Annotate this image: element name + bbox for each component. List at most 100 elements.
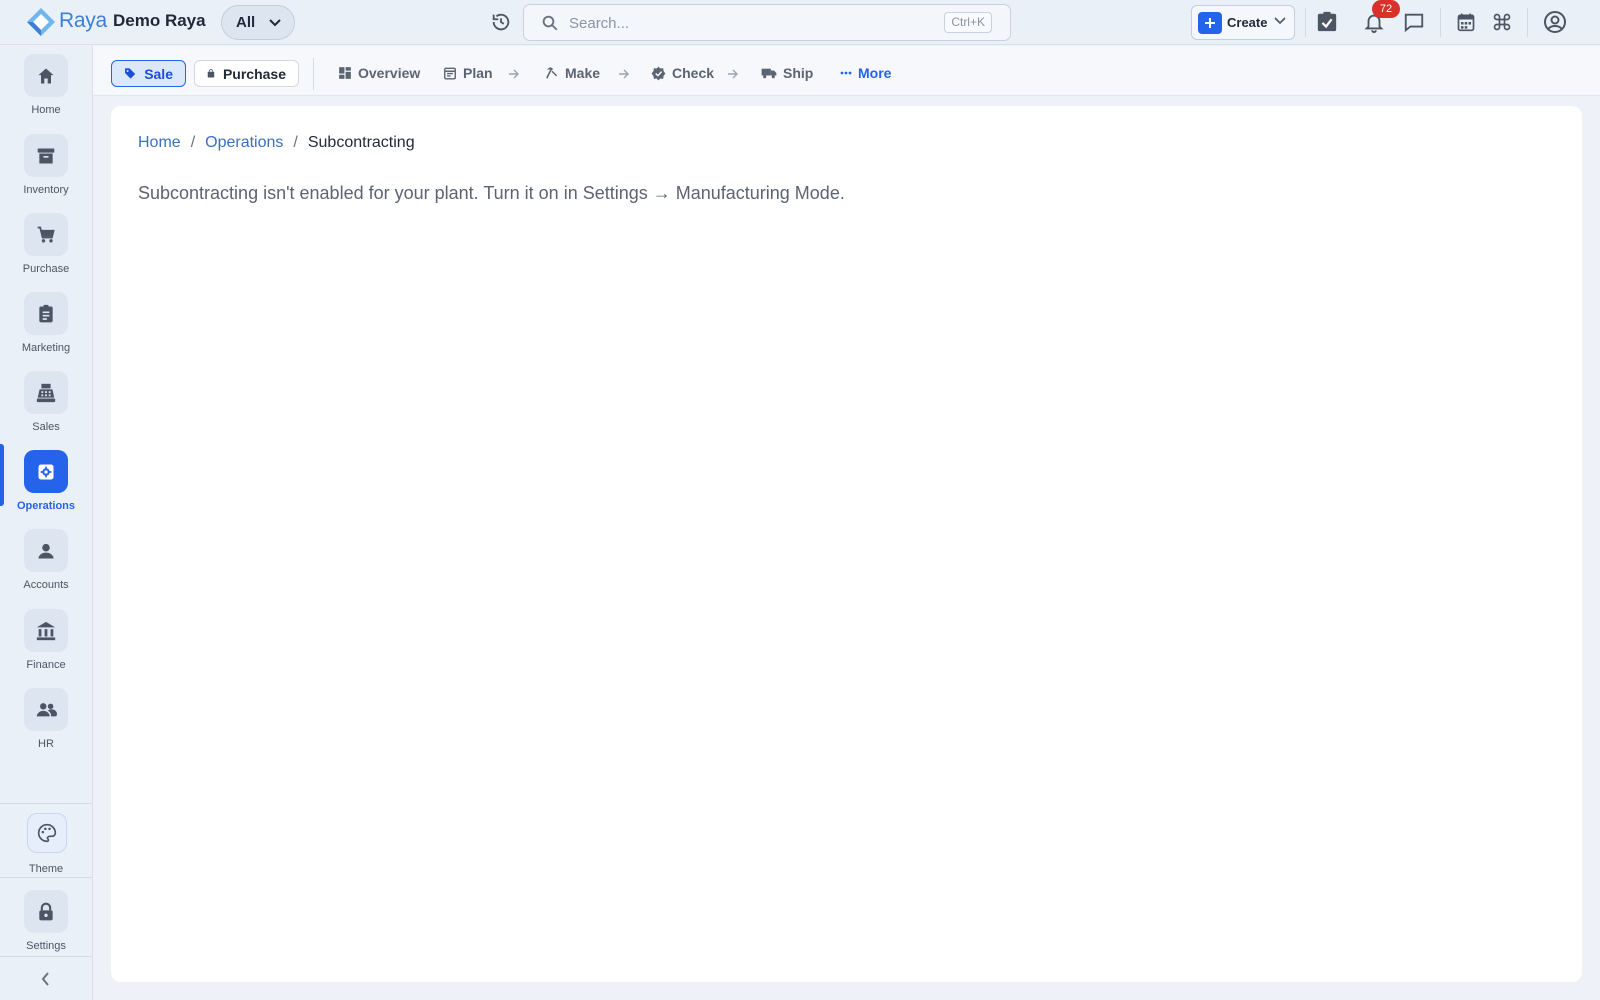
tab-plan[interactable]: Plan [443, 65, 493, 81]
command-icon[interactable] [1486, 6, 1518, 38]
chevron-down-icon [1274, 17, 1286, 25]
purchase-label: Purchase [222, 65, 286, 82]
settings-label: Settings [26, 940, 66, 952]
history-icon[interactable] [485, 6, 517, 38]
breadcrumb-separator: / [293, 134, 298, 151]
theme-label: Theme [28, 863, 64, 875]
breadcrumb-separator: / [190, 134, 196, 151]
tab-label: Overview [358, 65, 421, 81]
gear-icon [24, 450, 68, 493]
breadcrumb: Home / Operations / Subcontracting [138, 134, 415, 152]
arrow-right-icon [509, 69, 519, 79]
tab-overview[interactable]: Overview [338, 65, 420, 81]
divider [1305, 8, 1306, 37]
chat-icon[interactable] [1398, 6, 1430, 38]
person-icon [24, 529, 68, 572]
tab-label: Check [672, 65, 715, 81]
sidebar-item-accounts[interactable]: Accounts [0, 521, 92, 597]
dashboard-icon [339, 67, 351, 79]
clipboard-icon [24, 292, 68, 335]
tab-make[interactable]: Make [545, 65, 600, 81]
logo-text: Raya [59, 9, 107, 32]
purchase-toggle[interactable]: Purchase [194, 60, 299, 87]
content-card: Home / Operations / Subcontracting Subco… [111, 106, 1582, 982]
sidebar-item-label: Finance [26, 659, 66, 671]
search-input[interactable]: Search... Ctrl+K [523, 4, 1011, 41]
truck-icon [761, 68, 777, 79]
sidebar-item-purchase[interactable]: Purchase [0, 205, 92, 281]
create-label: Create [1227, 15, 1268, 30]
chevron-down-icon [269, 18, 281, 26]
tasks-icon[interactable] [1311, 6, 1343, 38]
lock-icon [24, 890, 68, 933]
raya-logo-icon[interactable] [25, 7, 57, 37]
divider [313, 58, 314, 90]
tab-label: Ship [783, 65, 814, 81]
divider [0, 956, 92, 957]
sidebar-item-label: Sales [32, 421, 60, 433]
sidebar-item-hr[interactable]: HR [0, 680, 92, 756]
more-dots-icon [840, 71, 852, 75]
scope-select[interactable]: All [221, 5, 295, 40]
sidebar-item-marketing[interactable]: Marketing [0, 284, 92, 360]
divider [1527, 8, 1528, 37]
sidebar-item-label: Home [31, 104, 61, 116]
sidebar-item-operations[interactable]: Operations [0, 442, 92, 518]
sidebar-item-finance[interactable]: Finance [0, 601, 92, 677]
sidebar-item-home[interactable]: Home [0, 46, 92, 122]
sale-toggle[interactable]: Sale [111, 60, 186, 87]
cart-icon [24, 213, 68, 256]
plus-icon [1198, 12, 1222, 34]
arrow-right-icon [728, 69, 738, 79]
sidebar-item-label: Accounts [23, 579, 69, 591]
bag-icon [207, 69, 215, 78]
bank-icon [24, 609, 68, 652]
sub-navigation: Sale Purchase Overview Plan Make Check S… [93, 46, 1600, 96]
tab-ship[interactable]: Ship [761, 65, 813, 81]
user-icon[interactable] [1539, 6, 1571, 38]
tag-icon [125, 68, 136, 79]
top-bar: Raya Demo Raya All Search... Ctrl+K Crea… [0, 0, 1600, 45]
register-icon [24, 371, 68, 414]
tab-label: Plan [463, 65, 493, 81]
more-menu[interactable]: More [840, 65, 891, 81]
sale-label: Sale [144, 65, 173, 82]
scope-label: All [236, 14, 256, 31]
verified-icon [651, 66, 666, 80]
sidebar-item-label: Operations [16, 500, 76, 512]
theme-button[interactable]: Theme [0, 803, 92, 879]
notification-badge: 72 [1372, 0, 1400, 18]
sidebar: Home Inventory Purchase Marketing Sales … [0, 46, 93, 1000]
search-icon [542, 15, 558, 31]
divider [0, 877, 92, 878]
create-button[interactable]: Create [1191, 5, 1295, 40]
divider [1440, 8, 1441, 37]
home-icon [24, 54, 68, 97]
tab-check[interactable]: Check [651, 65, 714, 81]
calendar-icon[interactable] [1450, 6, 1482, 38]
sidebar-item-sales[interactable]: Sales [0, 363, 92, 439]
sidebar-item-label: Marketing [21, 342, 71, 354]
company-name[interactable]: Demo Raya [113, 11, 206, 31]
breadcrumb-current: Subcontracting [307, 134, 415, 151]
sidebar-item-label: HR [38, 738, 54, 750]
empty-state-message: Subcontracting isn't enabled for your pl… [138, 183, 845, 203]
settings-button[interactable]: Settings [0, 882, 92, 958]
search-shortcut: Ctrl+K [944, 12, 992, 33]
active-indicator [0, 444, 4, 506]
chevron-left-icon[interactable] [36, 969, 56, 989]
tab-label: Make [565, 65, 601, 81]
breadcrumb-operations-link[interactable]: Operations [205, 134, 283, 152]
sidebar-item-inventory[interactable]: Inventory [0, 126, 92, 202]
hammer-icon [546, 67, 558, 79]
more-label: More [858, 65, 892, 81]
arrow-right-icon [619, 69, 629, 79]
people-icon [24, 688, 68, 731]
breadcrumb-home-link[interactable]: Home [138, 134, 181, 152]
archive-icon [24, 134, 68, 177]
calendar-icon [444, 67, 456, 80]
palette-icon [27, 813, 67, 853]
sidebar-item-label: Inventory [23, 184, 69, 196]
search-placeholder: Search... [569, 15, 630, 32]
sidebar-item-label: Purchase [22, 263, 70, 275]
